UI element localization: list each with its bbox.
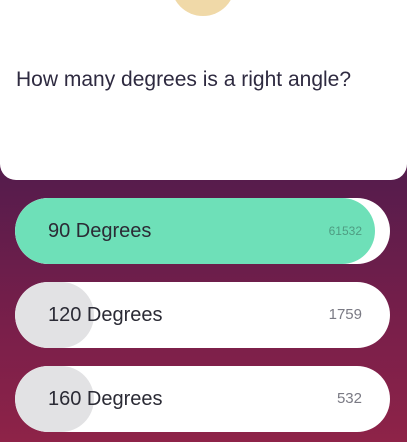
- question-card: How many degrees is a right angle?: [0, 0, 407, 180]
- answer-option-3[interactable]: 160 Degrees 532: [15, 366, 390, 432]
- answer-option-2[interactable]: 120 Degrees 1759: [15, 282, 390, 348]
- question-text: How many degrees is a right angle?: [16, 68, 352, 91]
- trivia-badge-icon: [171, 0, 235, 16]
- answer-option-1[interactable]: 90 Degrees 61532: [15, 198, 390, 264]
- answer-count: 532: [336, 390, 362, 407]
- answer-count: 61532: [328, 224, 362, 238]
- answer-label: 160 Degrees: [48, 388, 163, 410]
- answer-label: 90 Degrees: [48, 220, 152, 242]
- answer-label: 120 Degrees: [48, 304, 163, 326]
- answer-count: 1759: [328, 306, 362, 323]
